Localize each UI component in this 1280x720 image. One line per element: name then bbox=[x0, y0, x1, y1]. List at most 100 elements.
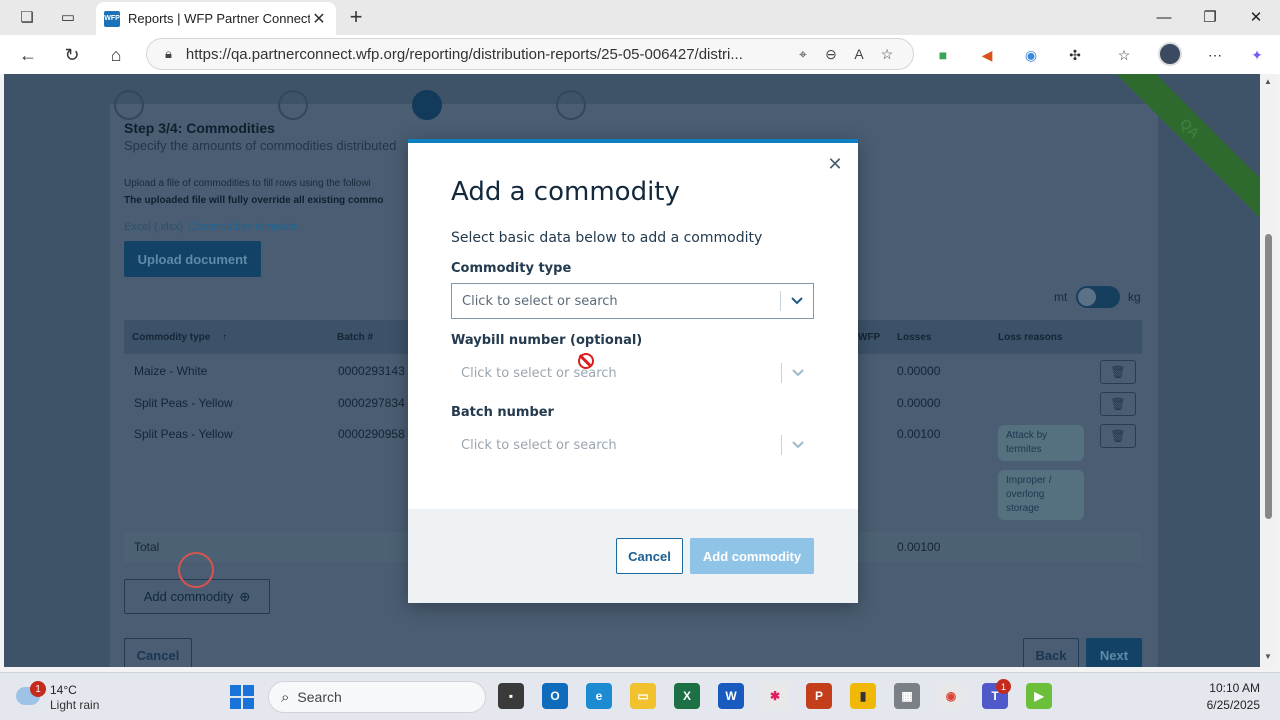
copilot-icon[interactable]: ✦ bbox=[1246, 44, 1268, 66]
tab-title: Reports | WFP Partner Connect bbox=[128, 11, 310, 26]
upload-document-button[interactable]: Upload document bbox=[124, 241, 261, 277]
table-row-2-losses: 0.00000 bbox=[897, 396, 941, 410]
modal-add-commodity-button[interactable]: Add commodity bbox=[690, 538, 814, 574]
file-format-label: Excel (.xlsx) bbox=[124, 221, 184, 233]
sort-arrow-icon[interactable]: ↑ bbox=[222, 332, 227, 343]
calculator-icon[interactable]: ▦ bbox=[894, 683, 920, 709]
profile-avatar[interactable] bbox=[1158, 42, 1182, 66]
delete-row-2-trash-icon[interactable]: 🗑︎ bbox=[1100, 392, 1136, 416]
taskbar-search-placeholder: Search bbox=[297, 689, 342, 705]
taskbar-search[interactable]: ⌕ Search bbox=[268, 681, 486, 713]
meet-extension-icon[interactable]: ■ bbox=[932, 44, 954, 66]
scroll-down-icon[interactable]: ▼ bbox=[1264, 652, 1272, 661]
commodity-type-select[interactable]: Click to select or search bbox=[451, 283, 814, 319]
file-explorer-icon[interactable]: ▭ bbox=[630, 683, 656, 709]
system-clock[interactable]: 10:10 AM 6/25/2025 bbox=[1190, 681, 1260, 712]
close-tab-icon[interactable]: ✕ bbox=[310, 9, 328, 29]
workspaces-icon[interactable]: ❏ bbox=[14, 5, 40, 29]
clock-time: 10:10 AM bbox=[1209, 681, 1260, 695]
outlook-icon[interactable]: O bbox=[542, 683, 568, 709]
table-row-3-commodity: Split Peas - Yellow bbox=[134, 427, 233, 441]
commodity-type-label: Commodity type bbox=[451, 261, 572, 276]
location-icon[interactable]: ⌖ bbox=[789, 46, 817, 63]
modal-title: Add a commodity bbox=[451, 177, 680, 207]
upload-warning: The uploaded file will fully override al… bbox=[124, 195, 384, 206]
favorite-star-icon[interactable]: ☆ bbox=[873, 46, 901, 63]
edge-icon[interactable]: e bbox=[586, 683, 612, 709]
delete-row-1-trash-icon[interactable]: 🗑︎ bbox=[1100, 360, 1136, 384]
refresh-icon[interactable]: ↻ bbox=[58, 41, 86, 69]
page-back-button[interactable]: Back bbox=[1023, 638, 1079, 667]
zoom-out-icon[interactable]: ⊖ bbox=[817, 46, 845, 63]
unit-kg-label: kg bbox=[1128, 290, 1141, 304]
powerpoint-icon[interactable]: P bbox=[806, 683, 832, 709]
megaphone-extension-icon[interactable]: ◀ bbox=[976, 44, 998, 66]
more-menu-icon[interactable]: ⋯ bbox=[1204, 44, 1226, 66]
weather-badge: 1 bbox=[30, 681, 46, 697]
batch-number-select[interactable]: Click to select or search bbox=[451, 427, 814, 463]
loss-reason-tag[interactable]: Attack by termites bbox=[998, 425, 1084, 461]
chevron-down-icon[interactable] bbox=[782, 441, 814, 449]
stepper-step-3 bbox=[412, 90, 442, 120]
close-icon[interactable]: ✕ bbox=[826, 154, 844, 174]
commodity-type-placeholder: Click to select or search bbox=[462, 293, 618, 309]
scroll-up-icon[interactable]: ▲ bbox=[1264, 77, 1272, 86]
add-commodity-modal: ✕ Add a commodity Select basic data belo… bbox=[408, 139, 858, 603]
step-title: Step 3/4: Commodities bbox=[124, 120, 275, 136]
clock-extension-icon[interactable]: ◉ bbox=[1020, 44, 1042, 66]
chrome-icon[interactable]: ◉ bbox=[938, 683, 964, 709]
step-subtitle: Specify the amounts of commodities distr… bbox=[124, 138, 397, 153]
weather-temp: 14°C bbox=[50, 683, 77, 697]
url-text[interactable]: https://qa.partnerconnect.wfp.org/report… bbox=[186, 46, 789, 63]
new-tab-icon[interactable]: + bbox=[344, 4, 368, 29]
power-bi-icon[interactable]: ▮ bbox=[850, 683, 876, 709]
weather-widget[interactable]: 1 14°C Light rain bbox=[16, 681, 116, 715]
table-row-1-commodity: Maize - White bbox=[134, 364, 208, 378]
scrollbar-thumb[interactable] bbox=[1265, 234, 1272, 519]
unit-toggle[interactable] bbox=[1076, 286, 1120, 308]
chevron-down-icon[interactable] bbox=[781, 297, 813, 305]
teams-badge: 1 bbox=[996, 679, 1011, 694]
delete-row-3-trash-icon[interactable]: 🗑︎ bbox=[1100, 424, 1136, 448]
read-aloud-icon[interactable]: A bbox=[845, 46, 873, 62]
video-call-icon[interactable]: ▶ bbox=[1026, 683, 1052, 709]
header-commodity-type[interactable]: Commodity type bbox=[132, 332, 210, 343]
waybill-number-select[interactable]: Click to select or search bbox=[451, 355, 814, 391]
stepper-step-1 bbox=[114, 90, 144, 120]
home-icon[interactable]: ⌂ bbox=[102, 41, 130, 69]
plus-circle-icon: ⊕ bbox=[239, 588, 251, 604]
header-batch: Batch # bbox=[337, 332, 374, 343]
batch-number-placeholder: Click to select or search bbox=[461, 437, 617, 453]
extensions-puzzle-icon[interactable]: ✣ bbox=[1064, 44, 1086, 66]
table-row-2-batch: 0000297834 bbox=[338, 396, 405, 410]
word-icon[interactable]: W bbox=[718, 683, 744, 709]
page-cancel-button[interactable]: Cancel bbox=[124, 638, 192, 667]
back-arrow-icon[interactable]: ← bbox=[14, 41, 42, 69]
windows-start-icon[interactable] bbox=[230, 685, 254, 709]
excel-icon[interactable]: X bbox=[674, 683, 700, 709]
commodities-template-link[interactable]: Commodities template bbox=[188, 221, 297, 233]
minimize-icon[interactable]: — bbox=[1152, 6, 1176, 28]
header-losses: Losses bbox=[897, 332, 932, 343]
tab-actions-icon[interactable]: ▭ bbox=[55, 5, 81, 29]
lock-icon[interactable]: 🔒︎ bbox=[165, 46, 172, 62]
modal-footer: Cancel Add commodity bbox=[408, 509, 858, 603]
clock-date: 6/25/2025 bbox=[1206, 698, 1260, 712]
table-row-3-losses: 0.00100 bbox=[897, 427, 941, 441]
favorites-icon[interactable]: ☆ bbox=[1113, 44, 1135, 66]
header-wfp: WFP bbox=[858, 332, 881, 343]
click-indicator bbox=[178, 552, 214, 588]
page-scrollbar[interactable]: ▲ ▼ bbox=[1260, 74, 1276, 667]
address-bar[interactable]: 🔒︎ https://qa.partnerconnect.wfp.org/rep… bbox=[146, 38, 914, 70]
stepper-step-2 bbox=[278, 90, 308, 120]
slack-icon[interactable]: ✱ bbox=[762, 683, 788, 709]
loss-reason-tag[interactable]: Improper / overlong storage bbox=[998, 470, 1084, 520]
restore-icon[interactable]: ❐ bbox=[1198, 6, 1222, 28]
modal-cancel-button[interactable]: Cancel bbox=[616, 538, 683, 574]
browser-tab-reports[interactable]: WFP Reports | WFP Partner Connect ✕ bbox=[96, 2, 336, 35]
upload-instructions: Upload a file of commodities to fill row… bbox=[124, 178, 371, 189]
chevron-down-icon[interactable] bbox=[782, 369, 814, 377]
page-next-button[interactable]: Next bbox=[1086, 638, 1142, 667]
close-window-icon[interactable]: ✕ bbox=[1244, 6, 1268, 28]
file-explorer-dark-icon[interactable]: ▪ bbox=[498, 683, 524, 709]
